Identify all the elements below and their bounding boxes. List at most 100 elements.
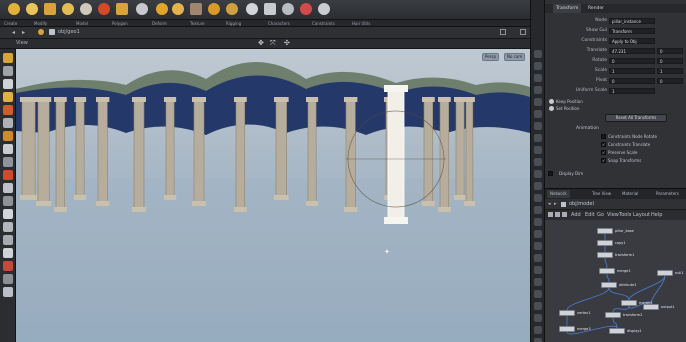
guide-icon[interactable]: [534, 314, 542, 322]
shelf-tab[interactable]: Rigging: [226, 20, 241, 27]
light-tool-icon[interactable]: [3, 222, 13, 232]
param-field-secondary[interactable]: 0: [657, 78, 683, 84]
checkbox[interactable]: ✓: [601, 150, 606, 155]
cut-tool-icon[interactable]: [3, 196, 13, 206]
param-field[interactable]: Apply to Obj: [609, 38, 655, 44]
tab-material[interactable]: Material: [619, 190, 641, 198]
brush-tool-icon[interactable]: [3, 105, 13, 115]
camera-tool-icon[interactable]: [3, 235, 13, 245]
param-checkbox-row[interactable]: ✓ Snap Transforms: [545, 157, 686, 164]
ghost-icon[interactable]: [534, 74, 542, 82]
link-icon[interactable]: [534, 230, 542, 238]
circle-tool-icon[interactable]: [80, 3, 92, 15]
normals-icon[interactable]: [534, 110, 542, 118]
param-field-secondary[interactable]: 0: [657, 48, 683, 54]
network-menu-item[interactable]: Add: [571, 211, 581, 219]
split-icon[interactable]: [534, 206, 542, 214]
sculpt-tool-icon[interactable]: [3, 183, 13, 193]
back-arrow-icon[interactable]: ◂: [12, 29, 15, 36]
magnet-tool-icon[interactable]: [3, 131, 13, 141]
move-icon[interactable]: ⤧: [270, 39, 276, 48]
diamond-tool-icon[interactable]: [156, 3, 168, 15]
network-node[interactable]: [643, 304, 659, 310]
persp-icon[interactable]: [534, 50, 542, 58]
shelf-tab[interactable]: Create: [4, 20, 17, 27]
leaf-tool-icon[interactable]: [226, 3, 238, 15]
shading-icon[interactable]: [534, 86, 542, 94]
cube-tool-icon[interactable]: [208, 3, 220, 15]
param-field[interactable]: pillar_instance: [609, 18, 655, 24]
network-node[interactable]: [597, 240, 613, 246]
tube-tool-icon[interactable]: [62, 3, 74, 15]
network-node[interactable]: [559, 326, 575, 332]
tag-tool-icon[interactable]: [300, 3, 312, 15]
tab-network[interactable]: Network: [547, 190, 570, 198]
back-arrow-icon[interactable]: ◂: [548, 201, 551, 207]
paint-tool-icon[interactable]: [3, 144, 13, 154]
frame-icon[interactable]: [534, 290, 542, 298]
select-arrow-icon[interactable]: ✥: [258, 39, 264, 47]
torus-tool-icon[interactable]: [26, 3, 38, 15]
radio-keep-position[interactable]: Keep Position: [547, 98, 607, 105]
home-icon[interactable]: [38, 29, 44, 35]
snap-tool-icon[interactable]: [3, 157, 13, 167]
3d-viewport[interactable]: Persp No cam ✦: [16, 49, 530, 342]
checkbox[interactable]: ✓: [601, 158, 606, 163]
measure-tool-icon[interactable]: [3, 209, 13, 219]
rivet-tool-icon[interactable]: [3, 170, 13, 180]
star-tool-icon[interactable]: [136, 3, 148, 15]
param-field[interactable]: 0: [609, 58, 655, 64]
donut-tool-icon[interactable]: [264, 3, 276, 15]
hud-icon[interactable]: [534, 182, 542, 190]
grid-icon[interactable]: [534, 134, 542, 142]
network-tool-icon-c[interactable]: [562, 212, 567, 217]
reset-transforms-button[interactable]: Reset All Transforms: [605, 114, 667, 122]
path-text[interactable]: obj/geo1: [58, 29, 80, 35]
rotate-icon[interactable]: ✣: [284, 39, 290, 47]
pose-tool-icon[interactable]: [3, 92, 13, 102]
stereo-icon[interactable]: [534, 218, 542, 226]
display-dim-toggle[interactable]: Display Dim: [545, 170, 686, 177]
param-checkbox-row[interactable]: Constraints Node Rotate: [545, 133, 686, 140]
network-tool-icon-b[interactable]: [555, 212, 560, 217]
param-checkbox-row[interactable]: ✓ Preserve Scale: [545, 149, 686, 156]
safe-area-icon[interactable]: [534, 302, 542, 310]
magnet-snap-icon[interactable]: [3, 261, 13, 271]
display-options-icon[interactable]: [534, 62, 542, 70]
network-menu-item[interactable]: Tools: [619, 211, 631, 219]
cone-tool-icon[interactable]: [246, 3, 258, 15]
network-node[interactable]: [597, 252, 613, 258]
forward-arrow-icon[interactable]: ▸: [22, 29, 25, 36]
layout-icon[interactable]: [534, 194, 542, 202]
network-node[interactable]: [601, 282, 617, 288]
shelf-tab[interactable]: Modify: [34, 20, 47, 27]
param-field[interactable]: 1: [609, 68, 655, 74]
render-tool-icon[interactable]: [3, 248, 13, 258]
scene-render[interactable]: [16, 49, 530, 342]
network-menu-item[interactable]: View: [607, 211, 619, 219]
param-checkbox-row[interactable]: ✓ Constraints Translate: [545, 141, 686, 148]
ball-tool-icon[interactable]: [98, 3, 110, 15]
network-node[interactable]: [559, 310, 575, 316]
grid-tool-icon[interactable]: [44, 3, 56, 15]
shell-tool-icon[interactable]: [172, 3, 184, 15]
network-node[interactable]: [605, 312, 621, 318]
param-field[interactable]: 0: [609, 78, 655, 84]
shelf-tab[interactable]: Constraints: [312, 20, 335, 27]
radio-set-position[interactable]: Set Position: [547, 105, 607, 112]
lasso-tool-icon[interactable]: [3, 118, 13, 128]
shadow-icon[interactable]: [534, 326, 542, 334]
home-view-icon[interactable]: [534, 278, 542, 286]
pane-menu-icon[interactable]: [520, 29, 526, 35]
network-node[interactable]: [609, 328, 625, 334]
checkbox[interactable]: ✓: [601, 142, 606, 147]
shelf-tab[interactable]: Characters: [268, 20, 290, 27]
bg-icon[interactable]: [534, 170, 542, 178]
fog-icon[interactable]: [534, 338, 542, 342]
zoom-icon[interactable]: [534, 266, 542, 274]
network-menu-item[interactable]: Go: [597, 211, 604, 219]
param-field[interactable]: 1: [609, 88, 655, 94]
lens-tool-icon[interactable]: [282, 3, 294, 15]
box-tool-icon[interactable]: [116, 3, 128, 15]
param-field[interactable]: 47.231: [609, 48, 655, 54]
